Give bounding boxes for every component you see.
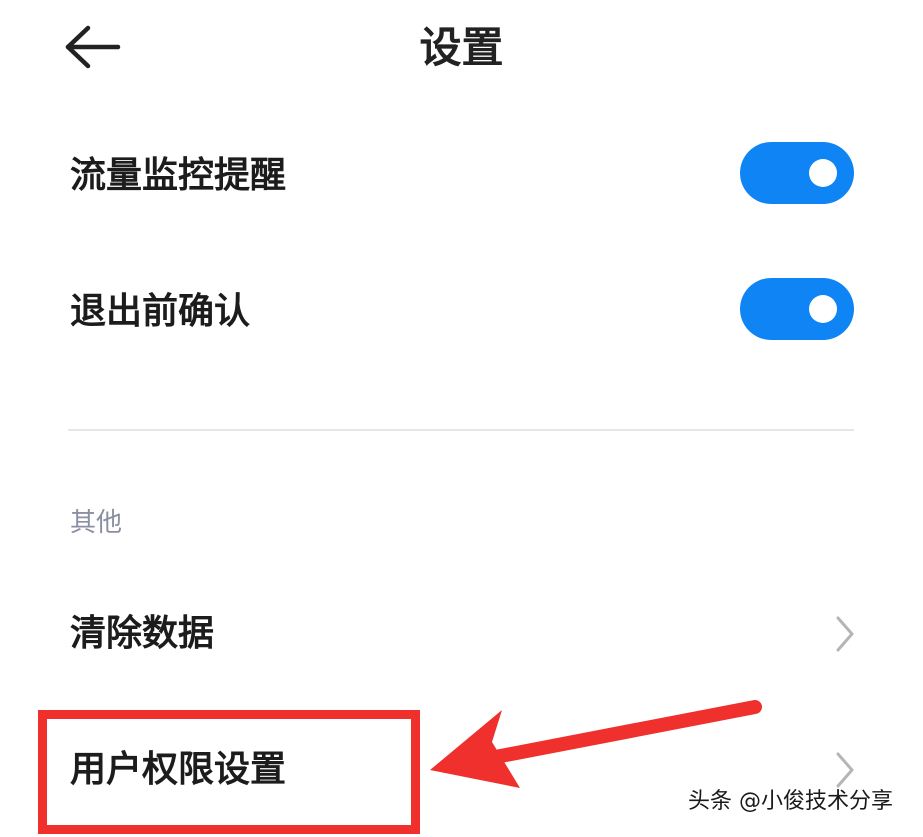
chevron-right-icon (836, 616, 854, 652)
section-header-other: 其他 (70, 508, 123, 538)
setting-label-traffic-monitor: 流量监控提醒 (70, 155, 287, 196)
watermark-text: 头条 @小俊技术分享 (688, 789, 893, 814)
arrow-left-icon (65, 25, 121, 69)
setting-label-exit-confirm: 退出前确认 (70, 291, 251, 332)
chevron-right-icon (836, 752, 854, 788)
setting-row-traffic-monitor: 流量监控提醒 (0, 140, 923, 210)
list-item-clear-data[interactable]: 清除数据 (0, 596, 923, 676)
toggle-exit-confirm[interactable] (740, 278, 854, 340)
list-item-label: 清除数据 (70, 613, 215, 654)
setting-row-exit-confirm: 退出前确认 (0, 278, 923, 348)
header-bar: 设置 (0, 0, 923, 100)
back-button[interactable] (60, 22, 124, 72)
page-title: 设置 (419, 23, 504, 72)
toggle-knob (809, 159, 837, 187)
list-item-label: 用户权限设置 (70, 749, 287, 790)
toggle-knob (809, 295, 837, 323)
section-divider (68, 429, 854, 431)
toggle-traffic-monitor[interactable] (740, 142, 854, 204)
